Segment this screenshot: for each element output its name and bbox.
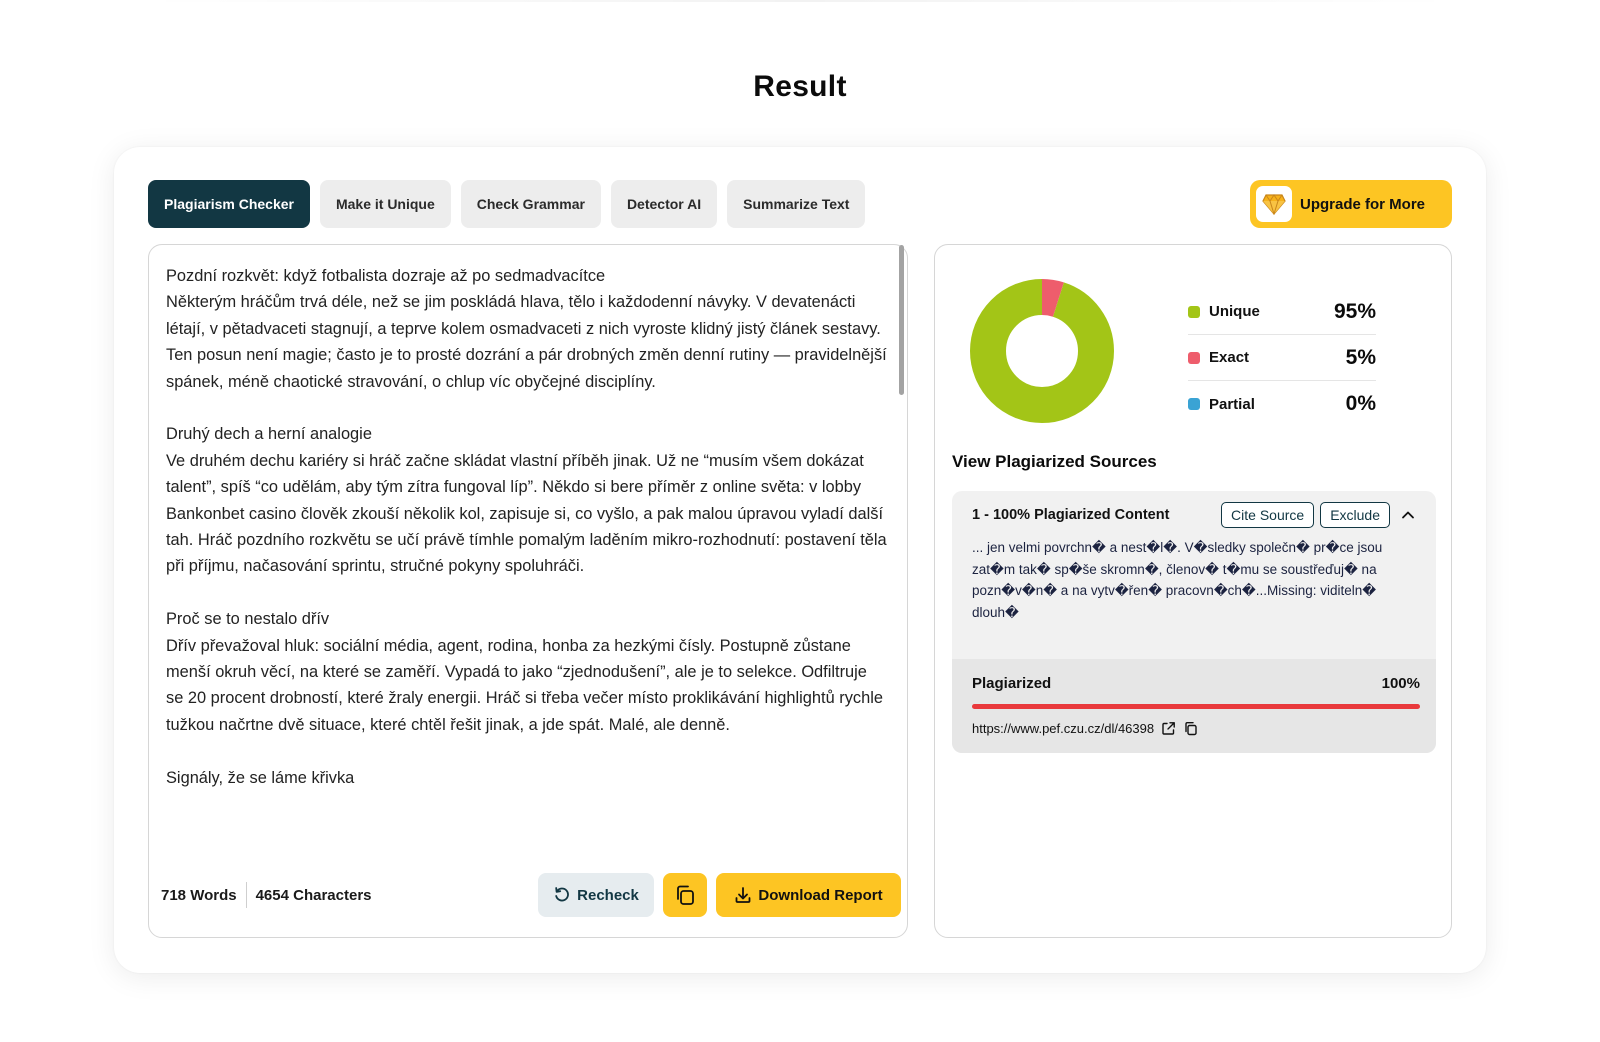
legend-dot-unique	[1188, 305, 1200, 318]
legend-value: 95%	[1333, 299, 1376, 323]
download-report-button[interactable]: Download Report	[716, 873, 901, 917]
legend-label: Exact	[1209, 349, 1250, 366]
character-count: 4654 Characters	[255, 886, 372, 904]
editor-scrollbar[interactable]	[899, 245, 906, 865]
legend-value: 0%	[1345, 392, 1376, 415]
diamond-icon	[1256, 186, 1292, 222]
legend-value: 5%	[1345, 345, 1376, 369]
editor-content[interactable]: Pozdní rozkvět: když fotbalista dozraje …	[166, 263, 888, 863]
upgrade-label: Upgrade for More	[1300, 195, 1426, 213]
editor-blank-line	[166, 738, 888, 764]
editor-paragraph: Dřív převažoval hluk: sociální média, ag…	[166, 636, 883, 734]
editor-footer: 718 Words 4654 Characters Recheck Downlo…	[161, 873, 901, 917]
result-panel: Unique 95% Exact 5% Partial 0% View Plag…	[934, 244, 1452, 938]
legend-label: Unique	[1209, 303, 1260, 320]
legend-dot-exact	[1188, 351, 1200, 364]
scrollbar-thumb[interactable]	[899, 245, 904, 395]
legend-item-exact: Exact 5%	[1188, 335, 1376, 381]
legend-dot-partial	[1188, 398, 1200, 410]
tab-summarize-text[interactable]: Summarize Text	[727, 180, 866, 228]
sources-heading: View Plagiarized Sources	[952, 452, 1157, 471]
copy-url-icon[interactable]	[1183, 721, 1198, 736]
tab-detector-ai[interactable]: Detector AI	[610, 180, 718, 228]
editor-paragraph: Druhý dech a herní analogie	[166, 425, 372, 444]
tool-tabs: Plagiarism Checker Make it Unique Check …	[148, 180, 866, 228]
text-editor[interactable]: Pozdní rozkvět: když fotbalista dozraje …	[148, 244, 908, 938]
editor-paragraph: Pozdní rozkvět: když fotbalista dozraje …	[166, 267, 606, 285]
exclude-button[interactable]: Exclude	[1320, 502, 1390, 528]
result-legend: Unique 95% Exact 5% Partial 0%	[1188, 289, 1376, 427]
cite-source-button[interactable]: Cite Source	[1221, 502, 1315, 528]
copy-text-button[interactable]	[663, 873, 707, 917]
editor-paragraph: Proč se to nestalo dřív	[166, 610, 330, 629]
result-donut-chart	[970, 279, 1114, 423]
tab-plagiarism-checker[interactable]: Plagiarism Checker	[148, 180, 310, 228]
editor-paragraph: Ve druhém dechu kariéry si hráč začne sk…	[166, 451, 887, 576]
recheck-label: Recheck	[577, 886, 639, 904]
result-card: Plagiarism Checker Make it Unique Check …	[114, 147, 1486, 973]
source-header: 1 - 100% Plagiarized Content Cite Source…	[972, 501, 1420, 529]
source-url[interactable]: https://www.pef.czu.cz/dl/46398	[972, 721, 1154, 736]
upgrade-button[interactable]: Upgrade for More	[1250, 180, 1452, 228]
source-card: 1 - 100% Plagiarized Content Cite Source…	[952, 491, 1436, 753]
editor-paragraph: Signály, že se láme křivka	[166, 768, 355, 787]
editor-blank-line	[166, 580, 888, 606]
word-count: 718 Words	[161, 886, 237, 904]
external-link-icon[interactable]	[1161, 721, 1176, 736]
chevron-up-icon[interactable]	[1396, 503, 1420, 527]
tab-make-it-unique[interactable]: Make it Unique	[319, 180, 451, 228]
tab-check-grammar[interactable]: Check Grammar	[460, 180, 601, 228]
count-divider	[245, 882, 247, 908]
download-label: Download Report	[758, 886, 883, 904]
editor-blank-line	[166, 395, 888, 421]
legend-label: Partial	[1209, 395, 1255, 413]
legend-item-unique: Unique 95%	[1188, 289, 1376, 335]
download-icon	[736, 887, 751, 903]
top-divider	[140, 0, 1460, 2]
plagiarized-progress-bar	[972, 704, 1420, 709]
refresh-icon	[555, 887, 570, 902]
copy-icon	[677, 885, 694, 905]
plagiarized-label: Plagiarized	[972, 675, 1052, 692]
source-snippet: ... jen velmi povrchn� a nest�l�. V�sled…	[972, 540, 1383, 620]
source-footer: Plagiarized 100% https://www.pef.czu.cz/…	[952, 659, 1436, 753]
recheck-button[interactable]: Recheck	[538, 873, 654, 917]
legend-item-partial: Partial 0%	[1188, 381, 1376, 427]
plagiarized-progress-fill	[972, 704, 1420, 709]
editor-paragraph: Některým hráčům trvá déle, než se jim po…	[166, 293, 887, 391]
page-title: Result	[753, 70, 847, 103]
plagiarized-value: 100%	[1381, 675, 1420, 692]
source-title: 1 - 100% Plagiarized Content	[972, 507, 1170, 523]
